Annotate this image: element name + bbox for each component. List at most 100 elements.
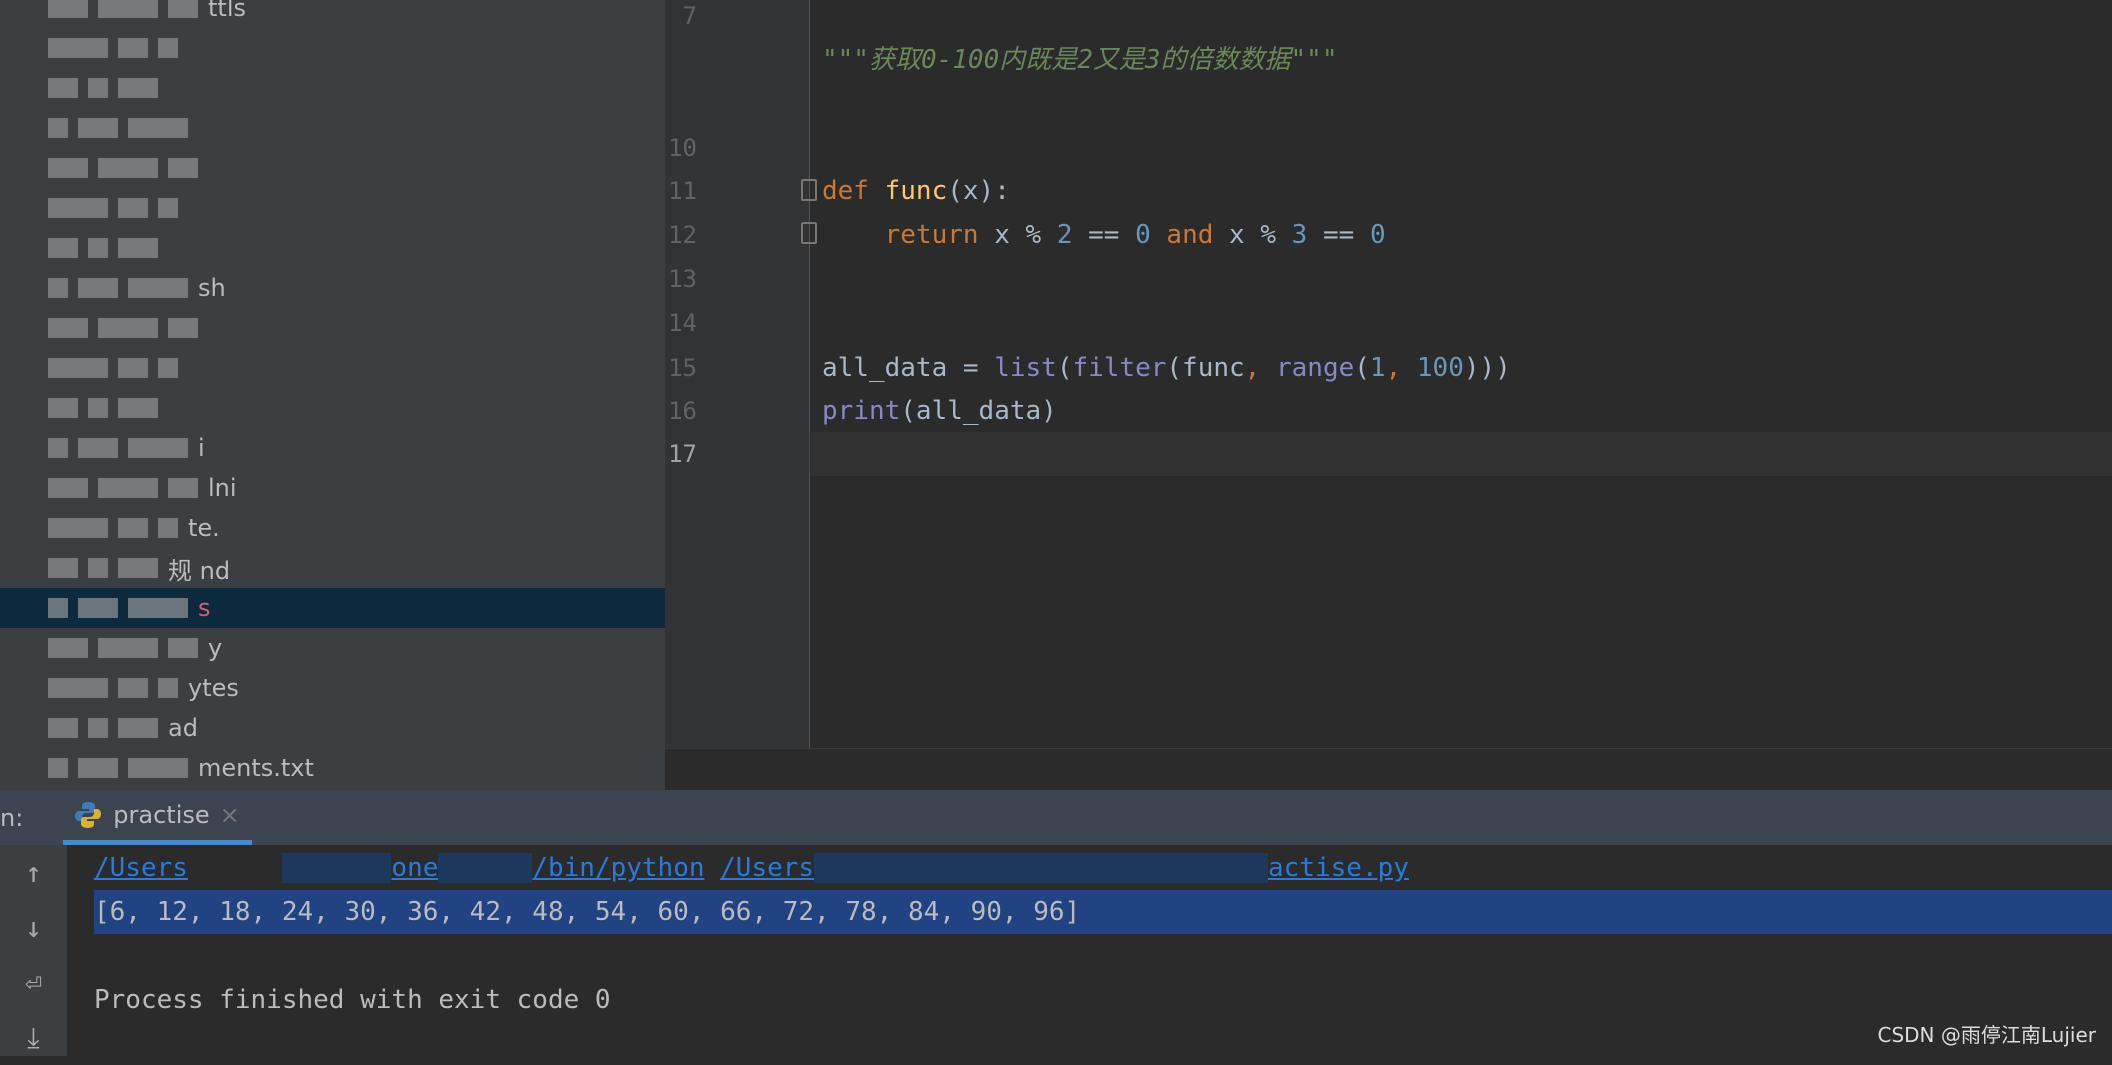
tree-item[interactable]: s [0, 588, 665, 628]
tree-item-label: 规 nd [168, 556, 231, 585]
tree-item[interactable]: ad [0, 708, 665, 748]
redacted-block [98, 0, 158, 18]
tree-item[interactable]: te. [0, 508, 665, 548]
tree-item[interactable]: 规 nd [0, 548, 665, 588]
scroll-to-end-icon[interactable]: ⤓ [0, 1010, 67, 1065]
docstring: """获取0-100内既是2又是3的倍数数据""" [822, 45, 1338, 75]
tree-item[interactable] [0, 388, 665, 428]
tree-item-label: y [208, 634, 223, 662]
tab-practise[interactable]: practise × [63, 790, 252, 845]
tree-item[interactable] [0, 108, 665, 148]
redacted-block [88, 718, 108, 738]
redacted-block [48, 78, 78, 98]
redacted-block [168, 318, 198, 338]
redacted-block [48, 198, 108, 218]
redacted-block [98, 638, 158, 658]
soft-wrap-icon[interactable]: ⏎ [0, 955, 67, 1010]
redacted-block [78, 758, 118, 778]
down-arrow-icon[interactable]: ↓ [0, 900, 67, 955]
redacted-block [158, 518, 178, 538]
line-number [637, 38, 697, 82]
code-editor[interactable]: 7 10 11 12 13 14 15 16 17 """获取0-100内既是2又是3的倍数数据… [665, 0, 2112, 748]
tree-item[interactable]: i [0, 428, 665, 468]
redacted-block [118, 398, 158, 418]
redacted-block [118, 678, 148, 698]
line-number: 15 [668, 354, 697, 382]
tree-item-label: ad [168, 714, 198, 742]
run-toolwindow-header: n: practise × [0, 790, 2112, 845]
run-console[interactable]: ↑ ↓ ⏎ ⤓ /Users one /bin/python /Users ac… [0, 845, 2112, 1056]
redacted-block [48, 278, 68, 298]
redacted-block [118, 198, 148, 218]
tree-item-label: ments.txt [198, 754, 314, 782]
tree-item[interactable] [0, 28, 665, 68]
close-icon[interactable]: × [220, 801, 240, 829]
redacted-block [168, 478, 198, 498]
redacted-block [128, 438, 188, 458]
line-number: 11 [668, 177, 697, 205]
redacted-block [48, 318, 88, 338]
tree-item[interactable] [0, 68, 665, 108]
redacted-block [128, 118, 188, 138]
current-line-highlight [811, 432, 2112, 476]
line-number: 14 [668, 309, 697, 337]
watermark: CSDN @雨停江南Lujier [1877, 1023, 2097, 1047]
line-number: 17 [668, 440, 697, 468]
redacted-block [158, 358, 178, 378]
tree-item[interactable]: ytes [0, 668, 665, 708]
run-label: n: [0, 803, 24, 832]
redacted-block [88, 558, 108, 578]
redacted-block [78, 438, 118, 458]
redacted-block [118, 38, 148, 58]
redacted-block [48, 758, 68, 778]
tree-item[interactable]: lni [0, 468, 665, 508]
redacted-block [118, 358, 148, 378]
redacted-block [88, 398, 108, 418]
line-number: 13 [668, 265, 697, 293]
redacted-block [98, 478, 158, 498]
tree-item[interactable]: ttls [0, 0, 665, 28]
tree-item-label: ytes [188, 674, 239, 702]
editor-footer [665, 748, 2112, 790]
tree-item[interactable] [0, 308, 665, 348]
redacted-block [118, 238, 158, 258]
tree-item-label: s [198, 594, 211, 622]
line-gutter: 7 10 11 12 13 14 15 16 17 [665, 0, 810, 748]
tree-item[interactable] [0, 188, 665, 228]
redacted-block [118, 78, 158, 98]
redacted-block [98, 318, 158, 338]
redacted-block [78, 278, 118, 298]
line-number: 7 [682, 2, 697, 30]
redacted-block [48, 638, 88, 658]
tree-item-label: ttls [208, 0, 246, 22]
up-arrow-icon[interactable]: ↑ [0, 845, 67, 900]
redacted-block [78, 118, 118, 138]
code-line-15: all_data = list(filter(func, range(1, 10… [822, 353, 1511, 383]
redacted-block [118, 558, 158, 578]
line-number: 12 [668, 221, 697, 249]
redacted-block [48, 358, 108, 378]
redacted-block [88, 238, 108, 258]
fold-end-icon[interactable] [801, 222, 817, 244]
project-tree: ttls sh i lni te. 规 nd s y ytes ad ments.txt [0, 0, 665, 790]
line-number: 10 [668, 134, 697, 162]
redacted-block [48, 38, 108, 58]
redacted-block [98, 158, 158, 178]
tree-item[interactable]: sh [0, 268, 665, 308]
code-line-11: def func(x): [822, 176, 1010, 206]
redacted-block [48, 718, 78, 738]
code-line-12: return x % 2 == 0 and x % 3 == 0 [884, 220, 1386, 250]
redacted-block [48, 118, 68, 138]
redacted-block [48, 0, 88, 18]
redacted-block [48, 598, 68, 618]
python-icon [75, 802, 102, 828]
tree-item[interactable] [0, 228, 665, 268]
tree-item[interactable]: ments.txt [0, 748, 665, 788]
fold-icon[interactable] [801, 179, 817, 201]
tree-item[interactable]: y [0, 628, 665, 668]
exit-message: Process finished with exit code 0 [94, 985, 611, 1015]
tree-item-label: te. [188, 514, 220, 542]
code-line-16: print(all_data) [822, 396, 1057, 426]
tree-item[interactable] [0, 348, 665, 388]
tree-item[interactable] [0, 148, 665, 188]
